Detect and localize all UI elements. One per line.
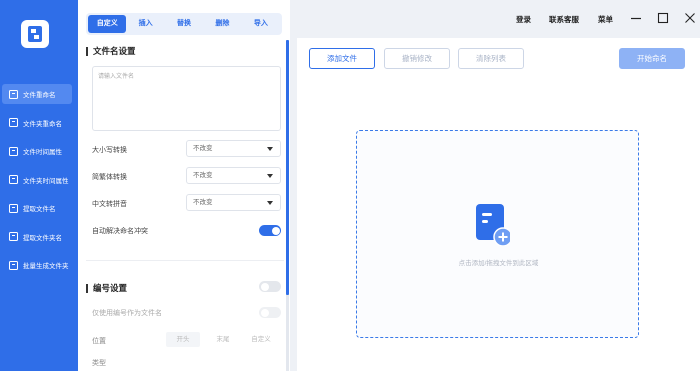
sidebar-item-folder-time[interactable]: 文件夹时间属性: [2, 170, 72, 190]
sidebar-item-folder-rename[interactable]: 文件夹重命名: [2, 113, 72, 133]
auto-resolve-label: 自动解决命名冲突: [92, 228, 148, 235]
sidebar-item-label: 文件时间属性: [23, 149, 62, 156]
simp-trad-select-value: 不改变: [193, 172, 213, 179]
section-marker: [86, 283, 88, 293]
sidebar-item-extract-filename[interactable]: 提取文件名: [2, 198, 72, 218]
section-divider: [86, 260, 284, 261]
file-rename-icon: [9, 89, 18, 99]
filename-input[interactable]: 请输入文件名: [92, 66, 281, 131]
numbering-toggle[interactable]: [259, 281, 281, 292]
settings-scrollbar-thumb[interactable]: [286, 40, 289, 295]
add-document-icon: [476, 204, 513, 247]
login-link[interactable]: 登录: [516, 14, 531, 25]
sidebar-item-batch-create-folder[interactable]: 批量生成文件夹: [2, 255, 72, 275]
extract-filename-icon: [9, 203, 18, 213]
tab-custom[interactable]: 自定义: [88, 15, 127, 33]
batch-create-folder-icon: [9, 260, 18, 270]
sidebar-item-label: 提取文件夹名: [23, 234, 62, 242]
pinyin-label: 中文转拼音: [92, 201, 127, 208]
sidebar-item-label: 文件夹重命名: [23, 120, 62, 128]
settings-panel: 自定义 插入 替换 删除 导入 文件名设置 请输入文件名 大小写转换 不改变 简…: [78, 0, 290, 371]
chevron-down-icon: [267, 147, 273, 151]
chevron-down-icon: [267, 174, 273, 178]
app-logo-icon: [21, 20, 49, 48]
position-label: 位置: [92, 338, 106, 345]
sidebar-item-file-rename[interactable]: 文件重命名: [2, 84, 72, 104]
extract-foldername-icon: [9, 232, 18, 241]
maximize-icon[interactable]: [657, 11, 669, 25]
sidebar-item-label: 文件重命名: [23, 92, 56, 99]
tab-replace[interactable]: 替换: [165, 15, 203, 33]
section-title-text: 文件名设置: [93, 46, 136, 56]
pinyin-select-value: 不改变: [193, 199, 213, 206]
sidebar-item-label: 提取文件名: [23, 206, 56, 213]
undo-button[interactable]: 撤销修改: [384, 48, 450, 69]
numbering-settings-title: 编号设置: [86, 282, 127, 294]
mode-tabs: 自定义 插入 替换 删除 导入: [86, 13, 282, 35]
sidebar-item-file-time[interactable]: 文件时间属性: [2, 141, 72, 161]
simp-trad-label: 简繁体转换: [92, 174, 127, 181]
case-select[interactable]: 不改变: [186, 140, 281, 157]
minimize-icon[interactable]: [630, 11, 642, 25]
close-icon[interactable]: [684, 11, 696, 25]
position-option-start[interactable]: 开头: [166, 332, 200, 347]
add-file-button[interactable]: 添加文件: [309, 48, 375, 69]
type-label: 类型: [92, 360, 106, 367]
sidebar-item-label: 文件夹时间属性: [23, 177, 69, 185]
sidebar-nav: 文件重命名 文件夹重命名 文件时间属性 文件夹时间属性 提取文件名 提取文件夹名…: [0, 84, 78, 284]
section-title-text: 编号设置: [93, 283, 128, 293]
chevron-down-icon: [267, 201, 273, 205]
clear-list-button[interactable]: 清除列表: [458, 48, 524, 69]
tab-import[interactable]: 导入: [242, 15, 280, 33]
filename-settings-title: 文件名设置: [86, 45, 136, 57]
file-time-icon: [9, 146, 18, 156]
folder-time-icon: [9, 175, 18, 184]
tab-delete[interactable]: 删除: [203, 15, 241, 33]
menu-link[interactable]: 菜单: [598, 14, 613, 25]
case-select-value: 不改变: [193, 145, 213, 152]
dropzone-hint: 点击添加/拖拽文件到此区域: [458, 260, 539, 267]
only-number-label: 仅使用编号作为文件名: [92, 310, 162, 317]
filename-input-placeholder: 请输入文件名: [98, 74, 135, 80]
sidebar-item-extract-foldername[interactable]: 提取文件夹名: [2, 227, 72, 247]
main-panel: 添加文件 撤销修改 清除列表 开始命名 点击添加/拖拽文件到此区域: [297, 38, 700, 371]
file-dropzone[interactable]: 点击添加/拖拽文件到此区域: [356, 130, 639, 338]
tab-insert[interactable]: 插入: [126, 15, 164, 33]
pinyin-select[interactable]: 不改变: [186, 194, 281, 211]
only-number-toggle[interactable]: [259, 307, 281, 318]
sidebar-item-label: 批量生成文件夹: [23, 263, 69, 270]
position-option-end[interactable]: 末尾: [206, 332, 240, 347]
case-label: 大小写转换: [92, 147, 127, 154]
sidebar: 文件重命名 文件夹重命名 文件时间属性 文件夹时间属性 提取文件名 提取文件夹名…: [0, 0, 78, 371]
section-marker: [86, 46, 88, 56]
position-option-custom[interactable]: 自定义: [244, 332, 278, 347]
start-rename-button[interactable]: 开始命名: [619, 48, 685, 69]
simp-trad-select[interactable]: 不改变: [186, 167, 281, 184]
folder-rename-icon: [9, 118, 18, 127]
auto-resolve-toggle[interactable]: [259, 225, 281, 236]
support-link[interactable]: 联系客服: [549, 14, 579, 25]
